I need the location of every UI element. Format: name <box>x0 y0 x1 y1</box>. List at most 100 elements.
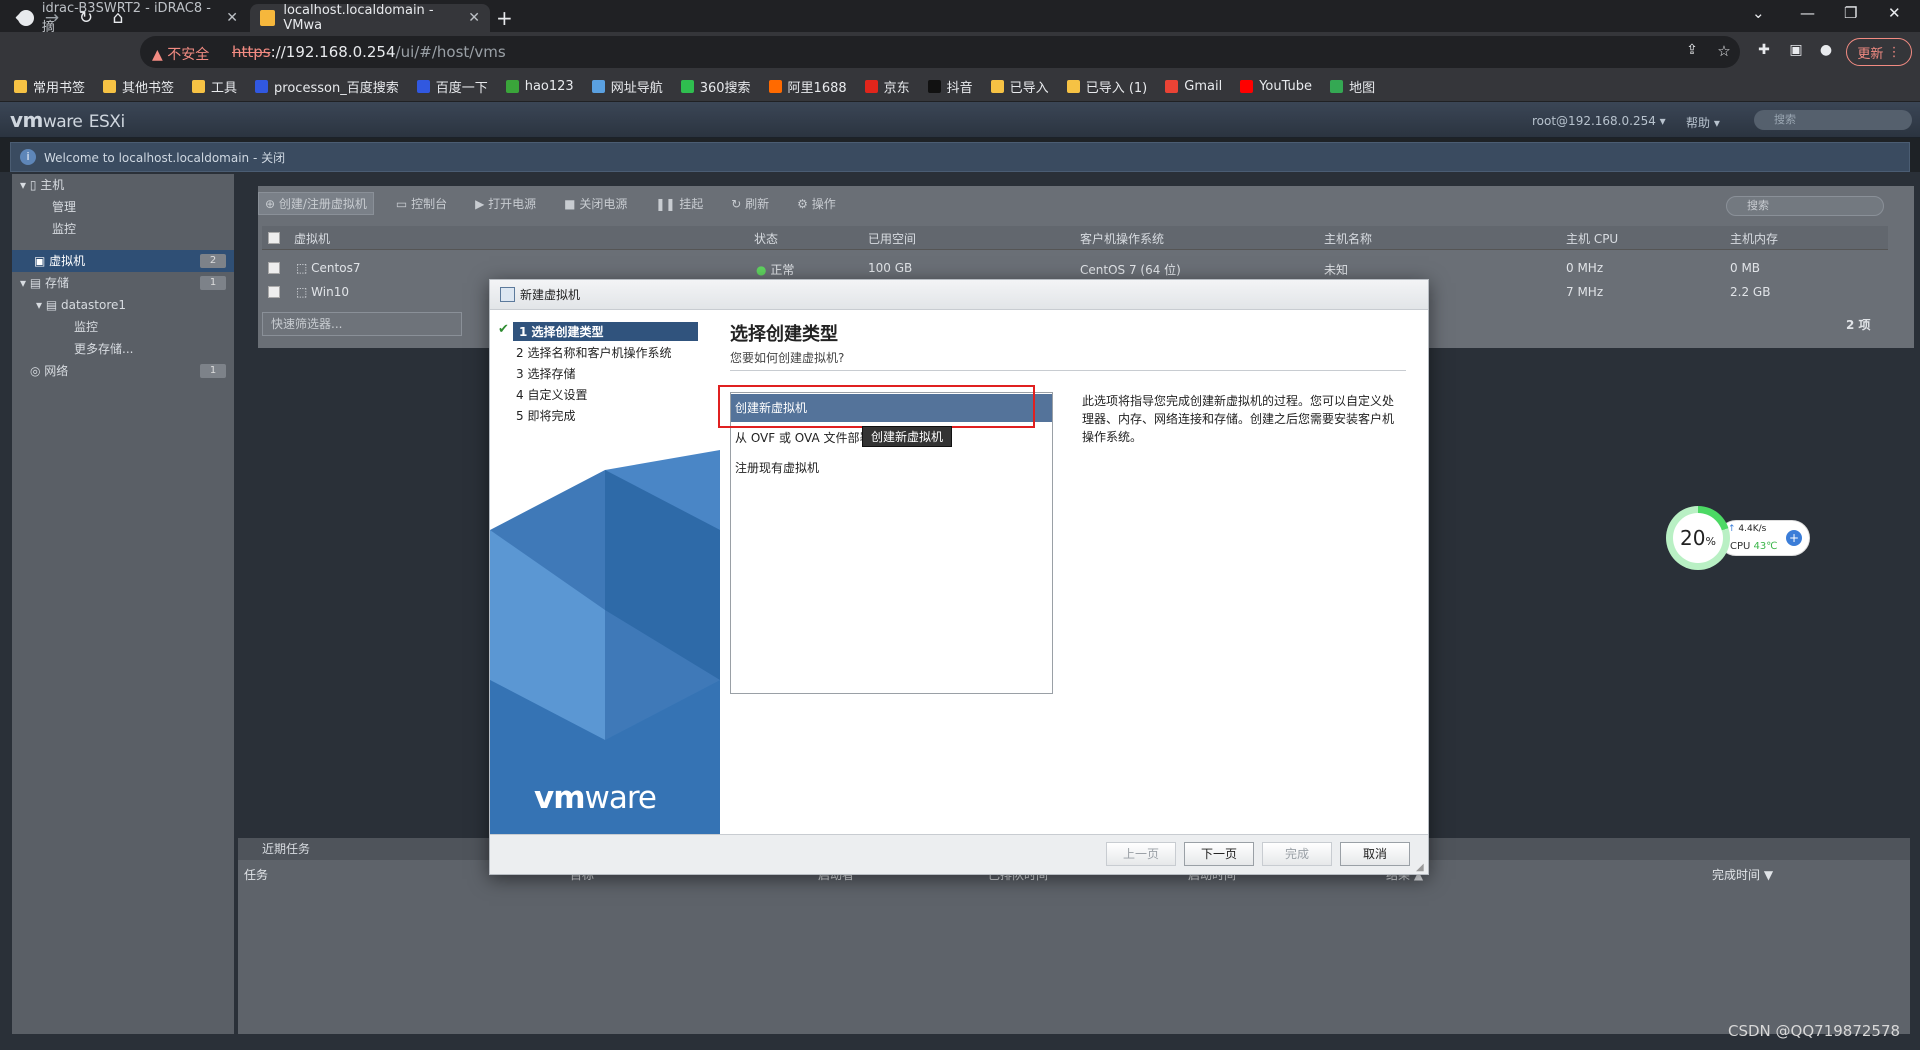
forward-arrow-icon[interactable]: → <box>40 8 64 28</box>
bookmark-item[interactable]: 抖音 <box>927 77 973 96</box>
nav-host[interactable]: ▾ ▯ 主机 <box>12 174 234 196</box>
suspend-button[interactable]: ❚❚ 挂起 <box>649 193 709 214</box>
wizard-step-4[interactable]: 4 自定义设置 <box>516 386 587 403</box>
bookmark-item[interactable]: 其他书签 <box>103 77 174 96</box>
security-warning[interactable]: ▲ 不安全 <box>152 44 209 64</box>
info-icon: i <box>20 149 36 165</box>
option-tooltip: 创建新虚拟机 <box>862 426 953 447</box>
back-arrow-icon[interactable]: ← <box>10 8 34 28</box>
tab-search-chevron-icon[interactable]: ⌄ <box>1752 4 1765 22</box>
close-tab-icon[interactable]: ✕ <box>226 10 238 26</box>
wizard-step-5[interactable]: 5 即将完成 <box>516 407 575 424</box>
bookmark-item[interactable]: hao123 <box>505 79 574 94</box>
bookmark-label: 阿里1688 <box>787 81 847 96</box>
bookmark-item[interactable]: 工具 <box>192 77 237 96</box>
option-register-existing[interactable]: 注册现有虚拟机 <box>731 454 1052 482</box>
wizard-step-2[interactable]: 2 选择名称和客户机操作系统 <box>516 344 671 361</box>
table-row[interactable]: ⬚ Centos7 <box>296 261 360 275</box>
bookmark-item[interactable]: Gmail <box>1165 79 1222 94</box>
nav-ds-monitor[interactable]: 监控 <box>12 316 234 338</box>
col-vm[interactable]: 虚拟机 <box>294 230 330 247</box>
task-col-completed[interactable]: 完成时间 ▼ <box>1712 866 1773 883</box>
update-button[interactable]: 更新 ⋮ <box>1846 38 1912 66</box>
new-tab-button[interactable]: + <box>496 6 513 30</box>
cpu-temperature: CPU 43℃ <box>1730 541 1778 552</box>
header-search-input[interactable]: 搜索 <box>1754 110 1912 130</box>
url-text[interactable]: https://192.168.0.254/ui/#/host/vms <box>232 43 506 61</box>
nav-vms[interactable]: ▣ 虚拟机 2 <box>12 250 234 272</box>
reload-icon[interactable]: ↻ <box>74 8 98 28</box>
bookmark-icon <box>192 80 206 93</box>
bookmark-item[interactable]: 已导入 <box>990 77 1049 96</box>
url-path: /ui/#/host/vms <box>395 43 506 61</box>
bookmark-item[interactable]: processon_百度搜索 <box>255 77 399 96</box>
bookmark-item[interactable]: 网址导航 <box>591 77 663 96</box>
nav-manage[interactable]: 管理 <box>12 196 234 218</box>
restore-icon[interactable]: ❐ <box>1844 4 1857 22</box>
user-menu[interactable]: root@192.168.0.254 ▾ <box>1532 114 1666 128</box>
widget-plus-button[interactable]: + <box>1786 530 1802 546</box>
help-menu[interactable]: 帮助 ▾ <box>1686 114 1720 131</box>
cpu-percent-sign: % <box>1705 535 1716 548</box>
vm-search-input[interactable]: 搜索 <box>1726 196 1884 216</box>
bookmark-item[interactable]: 已导入 (1) <box>1066 77 1147 96</box>
bookmark-item[interactable]: 阿里1688 <box>768 77 847 96</box>
wizard-step-1[interactable]: 1 选择创建类型 <box>513 322 698 341</box>
minimize-icon[interactable]: — <box>1800 4 1815 22</box>
power-on-button[interactable]: ▶ 打开电源 <box>469 193 542 214</box>
create-register-vm-button[interactable]: ⊕ 创建/注册虚拟机 <box>258 191 374 215</box>
bookmark-item[interactable]: 百度一下 <box>416 77 488 96</box>
col-status[interactable]: 状态 <box>754 230 778 247</box>
finish-button[interactable]: 完成 <box>1262 842 1332 866</box>
cpu-label: CPU <box>1730 541 1751 552</box>
col-used-space[interactable]: 已用空间 <box>868 230 916 247</box>
cancel-button[interactable]: 取消 <box>1340 842 1410 866</box>
nav-network[interactable]: ◎ 网络 1 <box>12 360 234 382</box>
actions-button[interactable]: ⚙ 操作 <box>791 193 842 214</box>
network-speed: ↑ 4.4K/s <box>1728 524 1766 534</box>
bookmark-star-icon[interactable]: ☆ <box>1712 42 1736 60</box>
console-button[interactable]: ▭ 控制台 <box>390 193 453 214</box>
extensions-puzzle-icon[interactable]: ✚ <box>1752 42 1776 58</box>
quick-filter-input[interactable]: 快速筛选器... <box>262 312 462 336</box>
navigator-panel: ▾ ▯ 主机 管理 监控 ▣ 虚拟机 2 ▾ ▤ 存储 1 ▾ ▤ datastor… <box>12 174 234 1034</box>
bookmark-item[interactable]: 360搜索 <box>680 77 751 96</box>
bookmark-item[interactable]: 常用书签 <box>14 77 85 96</box>
bookmark-icon <box>1066 80 1080 93</box>
resize-grip-icon[interactable]: ◢ <box>1416 862 1424 873</box>
nav-more-storage[interactable]: 更多存储... <box>12 338 234 360</box>
bookmark-item[interactable]: YouTube <box>1240 79 1312 94</box>
close-window-icon[interactable]: ✕ <box>1888 4 1901 22</box>
task-col-task[interactable]: 任务 <box>244 866 268 883</box>
vm-status-label: 正常 <box>770 263 795 277</box>
refresh-button[interactable]: ↻ 刷新 <box>725 193 775 214</box>
wizard-step-3[interactable]: 3 选择存储 <box>516 365 575 382</box>
vm-name[interactable]: Centos7 <box>311 261 360 275</box>
row-checkbox[interactable] <box>268 262 280 274</box>
browser-tab-esxi[interactable]: localhost.localdomain - VMwa ✕ <box>250 3 490 33</box>
row-checkbox[interactable] <box>268 286 280 298</box>
power-off-button[interactable]: ■ 关闭电源 <box>558 193 633 214</box>
nav-monitor[interactable]: 监控 <box>12 218 234 240</box>
nav-storage[interactable]: ▾ ▤ 存储 1 <box>12 272 234 294</box>
col-host-memory[interactable]: 主机内存 <box>1730 230 1778 247</box>
home-icon[interactable]: ⌂ <box>106 8 130 28</box>
close-tab-icon[interactable]: ✕ <box>468 10 480 26</box>
select-all-checkbox[interactable] <box>268 232 280 244</box>
vm-name[interactable]: Win10 <box>311 285 349 299</box>
col-host-name[interactable]: 主机名称 <box>1324 230 1372 247</box>
profile-icon[interactable]: ● <box>1814 42 1838 58</box>
share-icon[interactable]: ⇪ <box>1680 42 1704 58</box>
update-label: 更新 <box>1857 46 1884 62</box>
back-button[interactable]: 上一页 <box>1106 842 1176 866</box>
divider <box>730 370 1406 371</box>
bookmark-item[interactable]: 地图 <box>1330 77 1375 96</box>
col-host-cpu[interactable]: 主机 CPU <box>1566 230 1618 247</box>
nav-datastore[interactable]: ▾ ▤ datastore1 <box>12 294 234 316</box>
item-count: 2 项 <box>1846 318 1871 332</box>
side-panel-icon[interactable]: ▣ <box>1784 42 1808 58</box>
next-button[interactable]: 下一页 <box>1184 842 1254 866</box>
bookmark-item[interactable]: 京东 <box>864 77 910 96</box>
table-row[interactable]: ⬚ Win10 <box>296 285 349 299</box>
col-guest-os[interactable]: 客户机操作系统 <box>1080 230 1164 247</box>
